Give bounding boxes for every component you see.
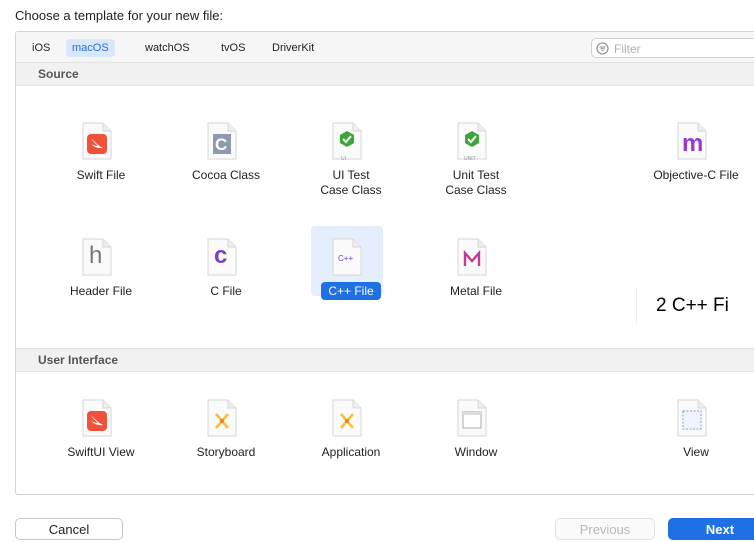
template-label: Unit Test <box>452 168 500 182</box>
annotation-overlay: 2 C++ Fi <box>636 288 754 324</box>
template-label: Window <box>454 445 498 459</box>
template-label: Cocoa Class <box>191 168 261 182</box>
tab-watchos[interactable]: watchOS <box>139 39 196 57</box>
template-swiftui-view[interactable]: SwiftUI View <box>46 389 156 485</box>
template-label: Objective-C File <box>653 168 739 182</box>
template-label: View <box>683 445 709 459</box>
template-label: Application <box>321 445 381 459</box>
template-label: SwiftUI View <box>67 445 135 459</box>
ui-test-icon <box>332 122 362 160</box>
template-label: Swift File <box>76 168 126 182</box>
cpp-glyph: C++ <box>338 254 354 263</box>
swift-file-icon <box>82 122 112 160</box>
previous-button[interactable]: Previous <box>555 518 655 540</box>
unit-test-icon <box>457 122 487 160</box>
application-icon <box>332 399 362 437</box>
template-cpp-file[interactable]: C++ C++ File <box>296 226 406 324</box>
swift-icon <box>82 399 112 437</box>
tab-tvos[interactable]: tvOS <box>215 39 251 57</box>
objc-glyph: m <box>682 130 704 157</box>
template-label-line2: Case Class <box>320 183 382 197</box>
template-label: Storyboard <box>196 445 256 459</box>
template-swift-file[interactable]: Swift File <box>46 112 156 208</box>
template-unit-test-case-class[interactable]: UNIT Unit Test Case Class <box>421 112 531 208</box>
storyboard-icon <box>207 399 237 437</box>
template-metal-file[interactable]: Metal File <box>421 228 531 324</box>
cancel-button[interactable]: Cancel <box>15 518 123 540</box>
section-header-source: Source <box>16 63 754 86</box>
prompt-text: Choose a template for your new file: <box>15 8 224 23</box>
window-icon <box>457 399 487 437</box>
template-cocoa-class[interactable]: C Cocoa Class <box>171 112 281 208</box>
tab-driverkit[interactable]: DriverKit <box>266 39 320 57</box>
ui-badge: UI <box>341 156 346 162</box>
next-button[interactable]: Next <box>668 518 754 540</box>
tab-ios[interactable]: iOS <box>26 39 56 57</box>
template-label-selected: C++ File <box>321 282 381 300</box>
tab-macos[interactable]: macOS <box>66 39 115 57</box>
template-ui-test-case-class[interactable]: UI UI Test Case Class <box>296 112 406 208</box>
template-label-line2: Case Class <box>445 183 507 197</box>
template-c-file[interactable]: c C File <box>171 228 281 324</box>
unit-badge: UNIT <box>464 156 476 162</box>
template-header-file[interactable]: h Header File <box>46 228 156 324</box>
filter-input[interactable] <box>612 40 754 58</box>
c-glyph: c <box>214 242 228 269</box>
template-label: Metal File <box>449 284 502 298</box>
section-header-user-interface: User Interface <box>16 348 754 372</box>
template-application[interactable]: Application <box>296 389 406 485</box>
template-label: Header File <box>69 284 133 298</box>
template-label: C File <box>210 284 242 298</box>
platform-tabbar: iOS macOS watchOS tvOS DriverKit <box>16 32 754 63</box>
template-label: UI Test <box>332 168 370 182</box>
header-glyph: h <box>89 242 103 269</box>
template-view[interactable]: View <box>641 389 751 485</box>
metal-icon <box>457 238 487 276</box>
cocoa-class-glyph: C <box>215 135 228 154</box>
template-panel: iOS macOS watchOS tvOS DriverKit Source … <box>15 31 754 495</box>
filter-field[interactable] <box>591 38 754 58</box>
template-objective-c-file[interactable]: m Objective-C File <box>641 112 751 208</box>
view-icon <box>677 399 707 437</box>
template-storyboard[interactable]: Storyboard <box>171 389 281 485</box>
template-window[interactable]: Window <box>421 389 531 485</box>
filter-icon <box>596 42 609 55</box>
